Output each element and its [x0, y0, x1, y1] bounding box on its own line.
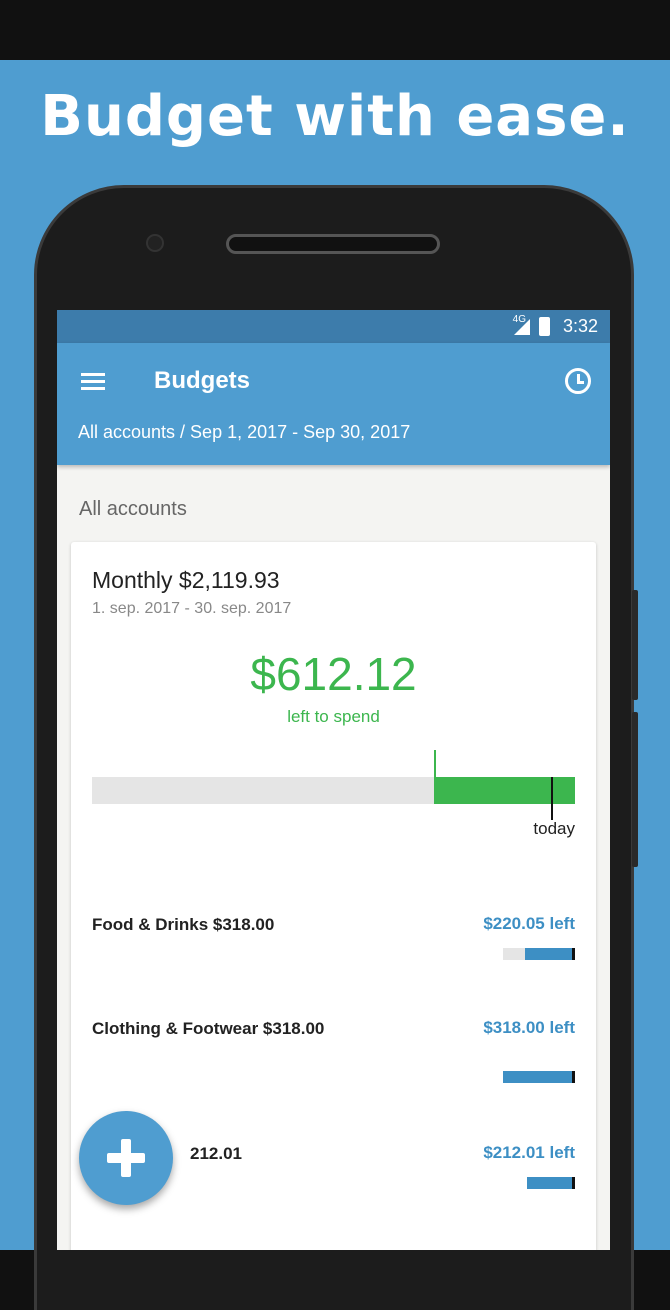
front-camera [146, 234, 164, 252]
today-label: today [533, 819, 575, 838]
left-to-spend-amount: $612.12 [250, 648, 417, 700]
signal-icon [514, 319, 530, 335]
promo-headline: Budget with ease. [40, 84, 630, 149]
left-to-spend-label: left to spend [287, 707, 380, 726]
category-name: Clothing & Footwear $318.00 [92, 1019, 325, 1038]
date-range-subtitle[interactable]: All accounts / Sep 1, 2017 - Sep 30, 201… [78, 422, 410, 443]
category-today-marker [572, 1071, 575, 1083]
today-marker [551, 777, 554, 820]
category-remaining-fill [503, 1071, 575, 1083]
section-header: All accounts [79, 498, 187, 520]
category-name: 212.01 [190, 1144, 242, 1163]
category-left: $318.00 left [483, 1018, 575, 1037]
phone-screen: 4G 3:32 Budgets All accounts / Sep 1, 20… [57, 310, 610, 1250]
category-remaining-fill [527, 1177, 575, 1189]
category-progress-bar [527, 1177, 575, 1189]
page-title: Budgets [154, 367, 250, 394]
category-remaining-fill [525, 948, 575, 960]
budget-progress-bar [92, 750, 575, 820]
app-bar: Budgets All accounts / Sep 1, 2017 - Sep… [57, 343, 610, 465]
earpiece-speaker [226, 234, 440, 254]
status-bar: 4G 3:32 [57, 310, 610, 343]
status-time: 3:32 [562, 316, 598, 336]
hamburger-menu-icon[interactable] [81, 373, 105, 391]
category-name: Food & Drinks $318.00 [92, 915, 275, 934]
phone-volume-button [632, 712, 638, 867]
category-progress-bar [503, 1071, 575, 1083]
category-today-marker [572, 948, 575, 960]
add-budget-button[interactable] [79, 1111, 173, 1205]
category-progress-bar [503, 948, 575, 960]
budget-period: 1. sep. 2017 - 30. sep. 2017 [92, 600, 292, 617]
budget-spent-marker [434, 750, 437, 804]
budget-remaining-fill [435, 777, 575, 804]
phone-power-button [632, 590, 638, 700]
budget-title: Monthly $2,119.93 [92, 567, 280, 593]
category-today-marker [572, 1177, 575, 1189]
category-left: $212.01 left [483, 1143, 575, 1162]
clock-history-icon[interactable] [565, 368, 591, 394]
battery-icon [539, 317, 550, 336]
top-black-strip [0, 0, 670, 60]
category-left: $220.05 left [483, 914, 575, 933]
